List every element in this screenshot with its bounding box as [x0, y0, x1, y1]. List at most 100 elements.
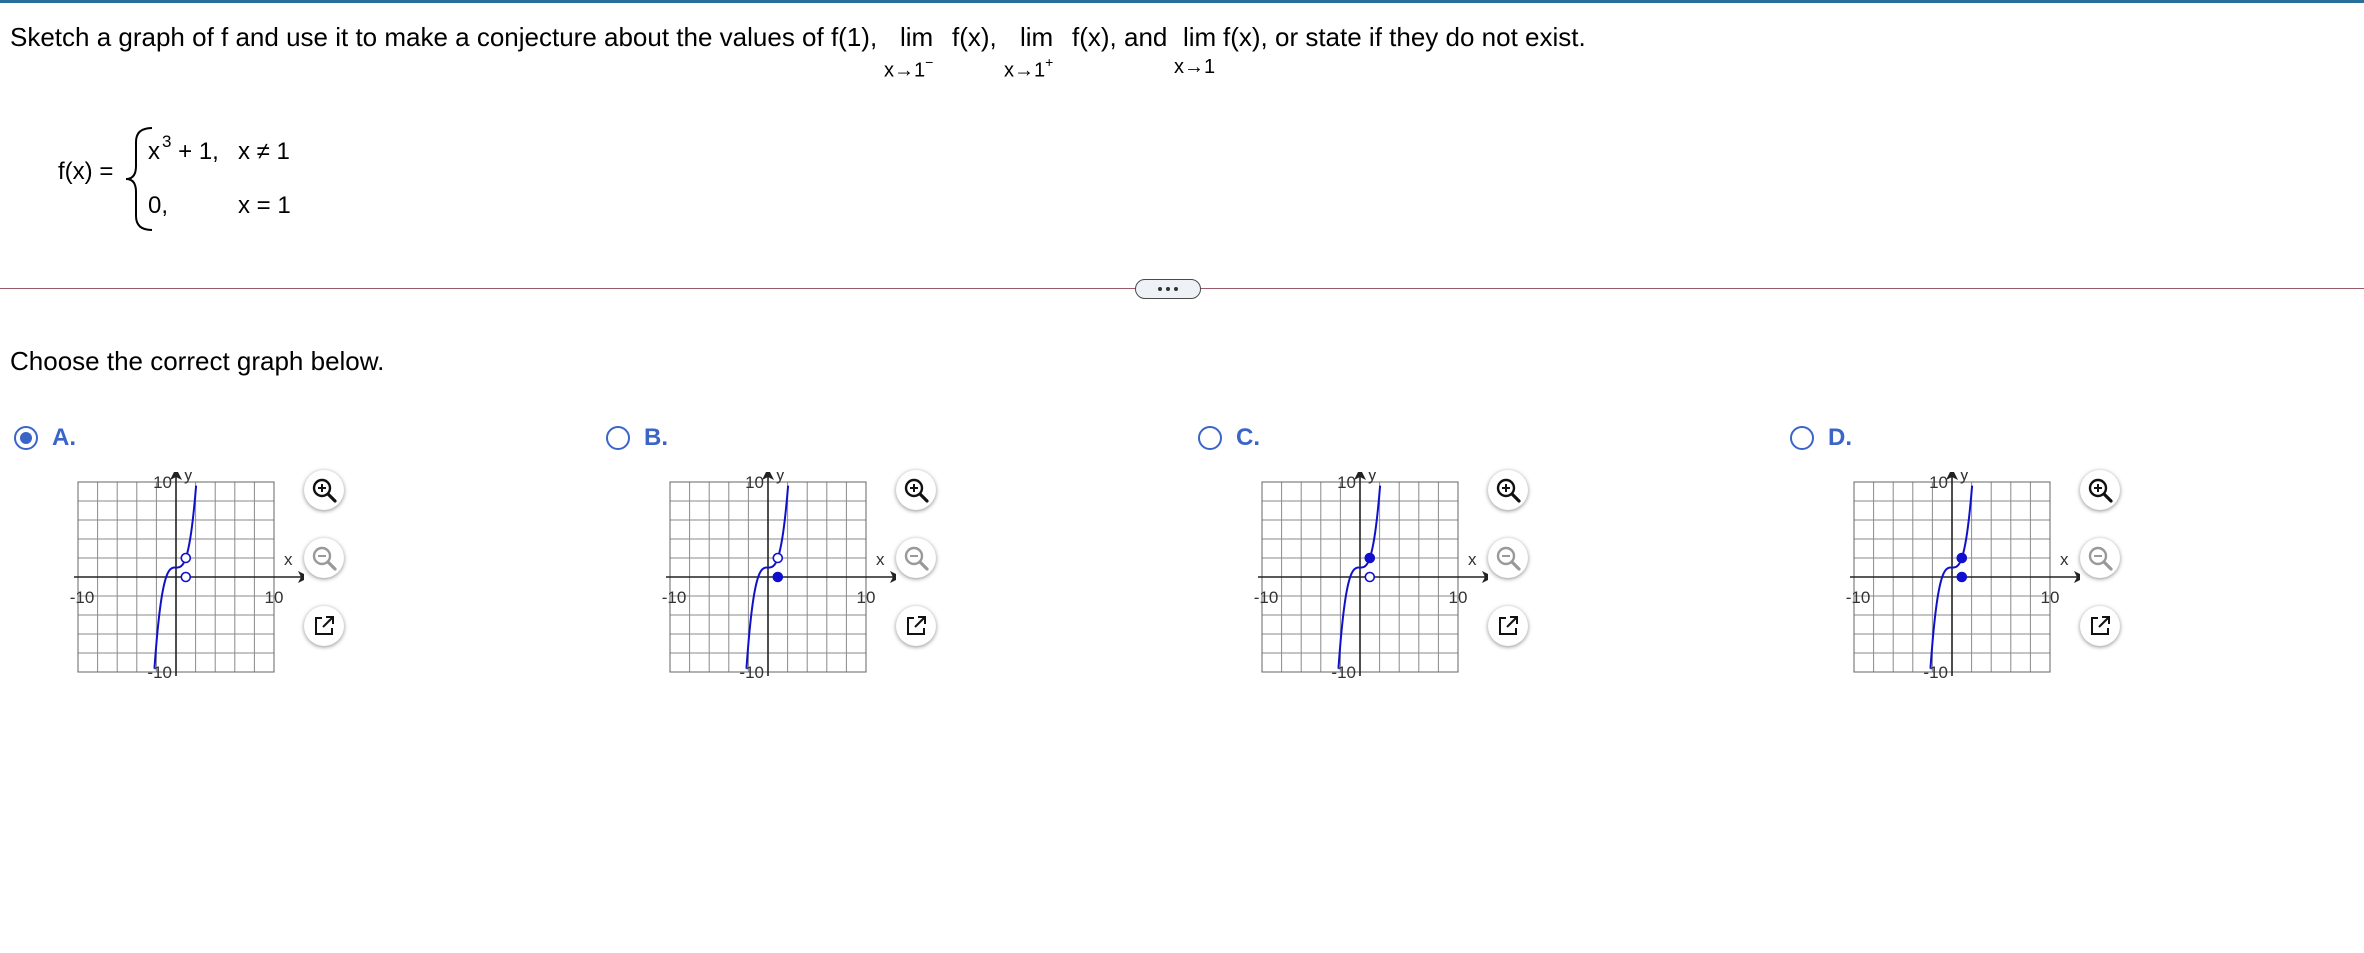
- x-axis-label: x: [1468, 550, 1477, 569]
- zoom-in-icon: [1496, 478, 1521, 503]
- limit-right-approach: x→1: [1004, 59, 1046, 82]
- answer-prompt: Choose the correct graph below.: [10, 346, 385, 376]
- zoom-in-button[interactable]: [304, 470, 344, 510]
- zoom-out-button[interactable]: [304, 538, 344, 578]
- zoom-out-icon: [2088, 546, 2113, 571]
- limit-left-side: −: [925, 54, 934, 70]
- y-tick-top: 10: [1337, 473, 1356, 492]
- case-two-expression: 0,: [148, 192, 169, 219]
- open-graph-button[interactable]: [896, 606, 936, 646]
- zoom-out-icon: [904, 546, 929, 571]
- option-graph: yx10-10-10 10: [1846, 472, 2080, 682]
- open-point: [1364, 571, 1376, 583]
- option-radio[interactable]: [1790, 426, 1814, 450]
- limit-right-side: +: [1045, 54, 1054, 70]
- x-tick-right: 10: [1449, 588, 1468, 607]
- option-letter[interactable]: C.: [1236, 424, 1260, 452]
- case-one-base: x: [148, 138, 160, 165]
- zoom-out-button[interactable]: [1488, 538, 1528, 578]
- limit-right-subscript: x→1+: [1004, 54, 1054, 83]
- y-tick-top: 10: [1929, 473, 1948, 492]
- open-new-window-icon: [315, 616, 334, 635]
- open-new-window-icon: [1499, 616, 1518, 635]
- open-point: [772, 552, 784, 564]
- zoom-in-button[interactable]: [2080, 470, 2120, 510]
- y-axis-label: y: [1960, 472, 1969, 484]
- x-axis-label: x: [2060, 550, 2069, 569]
- option-graph: yx10-10-10 10: [70, 472, 304, 682]
- option-letter[interactable]: A.: [52, 424, 76, 452]
- open-new-window-icon: [907, 616, 926, 635]
- option-letter[interactable]: B.: [644, 424, 668, 452]
- y-tick-bottom: -10: [1331, 663, 1356, 682]
- limit-right-word: lim: [1020, 22, 1054, 52]
- closed-point: [772, 571, 784, 583]
- case-one-exponent: 3: [162, 132, 172, 151]
- limit-right-fx: f(x), and: [1072, 22, 1168, 52]
- case-one-condition: x ≠ 1: [238, 138, 290, 165]
- open-point: [180, 571, 192, 583]
- limit-two-sided-subscript: x→1: [1174, 56, 1216, 78]
- option-radio[interactable]: [606, 426, 630, 450]
- x-tick-right: 10: [857, 588, 876, 607]
- limit-left-subscript: x→1−: [884, 54, 934, 83]
- zoom-in-icon: [2088, 478, 2113, 503]
- open-new-window-icon: [2091, 616, 2110, 635]
- question-intro: Sketch a graph of f and use it to make a…: [10, 22, 878, 52]
- x-tick-right: 10: [265, 588, 284, 607]
- x-tick-left: -10: [1846, 588, 1871, 607]
- case-one-expression: x3 + 1,: [148, 132, 219, 166]
- closed-point: [1364, 552, 1376, 564]
- zoom-out-button[interactable]: [2080, 538, 2120, 578]
- closed-point: [1956, 571, 1968, 583]
- open-point: [180, 552, 192, 564]
- dot-icon: [1166, 287, 1170, 291]
- x-tick-left: -10: [662, 588, 687, 607]
- answer-option-a[interactable]: A. y x 10 -10 -10 10: [14, 420, 554, 700]
- y-tick-top: 10: [153, 473, 172, 492]
- open-graph-button[interactable]: [2080, 606, 2120, 646]
- y-axis-label: y: [184, 472, 193, 484]
- case-one-rest: + 1,: [178, 138, 219, 165]
- y-tick-bottom: -10: [1923, 663, 1948, 682]
- zoom-in-icon: [904, 478, 929, 503]
- answer-option-b[interactable]: B. y x 10 -10 -10 10: [606, 420, 1146, 700]
- option-radio[interactable]: [14, 426, 38, 450]
- limit-two-sided-fx: f(x), or state if they do not exist.: [1223, 22, 1586, 52]
- limit-left-approach: x→1: [884, 59, 926, 82]
- x-tick-right: 10: [2041, 588, 2060, 607]
- zoom-out-icon: [1496, 546, 1521, 571]
- answer-option-c[interactable]: C. y x 10 -10 -10 10: [1198, 420, 1738, 700]
- zoom-in-button[interactable]: [1488, 470, 1528, 510]
- dot-icon: [1158, 287, 1162, 291]
- answer-option-d[interactable]: D. y x 10 -10 -10 10: [1790, 420, 2330, 700]
- zoom-out-button[interactable]: [896, 538, 936, 578]
- option-letter[interactable]: D.: [1828, 424, 1852, 452]
- open-graph-button[interactable]: [304, 606, 344, 646]
- zoom-in-button[interactable]: [896, 470, 936, 510]
- zoom-out-icon: [312, 546, 337, 571]
- top-accent-bar: [0, 0, 2364, 3]
- dot-icon: [1174, 287, 1178, 291]
- closed-point: [1956, 552, 1968, 564]
- limit-left-word: lim: [900, 22, 934, 52]
- function-label: f(x) =: [58, 158, 114, 185]
- x-tick-left: -10: [1254, 588, 1279, 607]
- x-axis-label: x: [876, 550, 885, 569]
- option-graph: yx10-10-10 10: [662, 472, 896, 682]
- y-axis-label: y: [1368, 472, 1377, 484]
- x-axis-label: x: [284, 550, 293, 569]
- expand-more-button[interactable]: [1135, 279, 1201, 299]
- y-tick-top: 10: [745, 473, 764, 492]
- x-tick-left: -10: [70, 588, 95, 607]
- limit-two-sided-word: lim: [1183, 22, 1217, 52]
- open-graph-button[interactable]: [1488, 606, 1528, 646]
- zoom-in-icon: [312, 478, 337, 503]
- y-tick-bottom: -10: [739, 663, 764, 682]
- limit-left-fx: f(x),: [952, 22, 997, 52]
- case-two-condition: x = 1: [238, 192, 291, 219]
- option-radio[interactable]: [1198, 426, 1222, 450]
- y-axis-label: y: [776, 472, 785, 484]
- option-graph: yx10-10-10 10: [1254, 472, 1488, 682]
- y-tick-bottom: -10: [147, 663, 172, 682]
